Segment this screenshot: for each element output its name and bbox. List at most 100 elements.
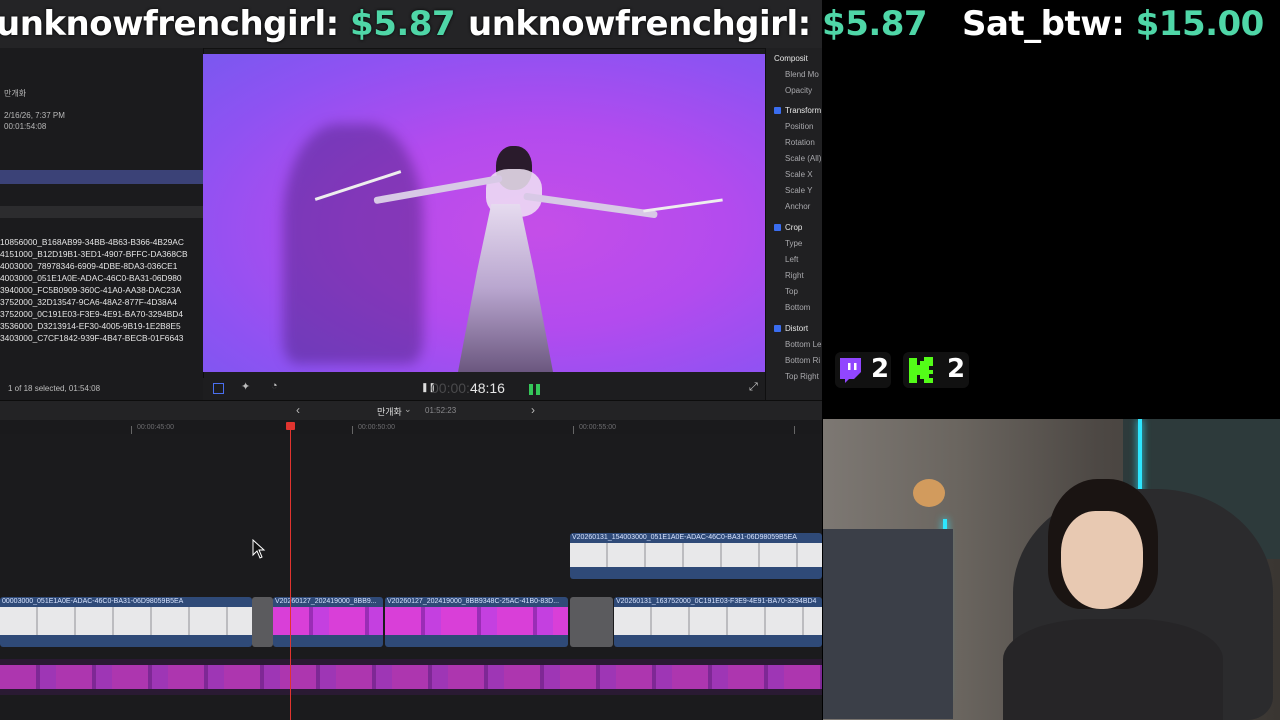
param-position[interactable]: Position xyxy=(785,122,813,131)
donation-amount: $15.00 xyxy=(1135,4,1265,44)
twitch-icon xyxy=(840,358,861,383)
list-item[interactable]: 3752000_32D13547-9CA6-48A2-877F-4D38A4 xyxy=(0,296,203,308)
fullscreen-icon[interactable]: ⤢ xyxy=(749,381,758,394)
timeline-ruler[interactable]: 00:00:45:00 00:00:50:00 00:00:55:00 xyxy=(0,420,822,435)
param-rotation[interactable]: Rotation xyxy=(785,138,815,147)
timecode: 00:00:48:16 xyxy=(431,380,505,396)
section-composite[interactable]: Composit xyxy=(774,54,808,63)
checkbox-icon[interactable] xyxy=(774,224,781,231)
donation-amount: $5.87 xyxy=(822,4,928,44)
section-title: Distort xyxy=(785,324,809,333)
ruler-tick xyxy=(573,426,574,434)
video-editor-window: 만개화 2/16/26, 7:37 PM 00:01:54:08 1085600… xyxy=(0,0,822,720)
fan-stick-right xyxy=(643,198,723,213)
lower-track[interactable] xyxy=(0,659,822,695)
webcam-feed xyxy=(823,419,1280,720)
playhead-handle[interactable] xyxy=(286,422,295,430)
lamp xyxy=(913,479,945,507)
dancer-shadow xyxy=(283,124,423,364)
chevron-down-icon[interactable]: ⌄ xyxy=(404,404,412,415)
timeline[interactable]: V20260131_154003000_051E1A0E-ADAC-46C0-B… xyxy=(0,434,822,720)
magic-wand-icon[interactable]: ✦ xyxy=(241,380,250,393)
forward-arrow-icon[interactable]: › xyxy=(531,403,535,417)
param-type[interactable]: Type xyxy=(785,239,802,248)
lower-track-thumbnails xyxy=(0,665,822,689)
timeline-nav: ‹ 만개화 ⌄ 01:52:23 › xyxy=(0,400,822,421)
clip-title: 00003000_051E1A0E-ADAC-46C0-BA31-06D9805… xyxy=(2,598,184,605)
audio-meter-right xyxy=(536,384,540,395)
param-blend-mode[interactable]: Blend Mo xyxy=(785,70,819,79)
section-crop[interactable]: Crop xyxy=(774,223,802,232)
list-item[interactable]: 4003000_051E1A0E-ADAC-46C0-BA31-06D980 xyxy=(0,272,203,284)
clip-title: V20260131_163752000_0C191E03-F3E9-4E91-B… xyxy=(616,598,817,605)
back-arrow-icon[interactable]: ‹ xyxy=(296,403,300,417)
clip-thumbnails xyxy=(0,607,252,635)
param-anchor[interactable]: Anchor xyxy=(785,202,810,211)
primary-clip[interactable]: V20260131_163752000_0C191E03-F3E9-4E91-B… xyxy=(614,597,822,647)
list-item[interactable]: 3940000_FC5B0909-360C-41A0-AA38-DAC23A xyxy=(0,284,203,296)
param-bottom-left[interactable]: Bottom Le xyxy=(785,340,821,349)
list-item[interactable]: 3403000_C7CF1842-939F-4B47-BECB-01F6643 xyxy=(0,332,203,344)
ruler-tick xyxy=(794,426,795,434)
inspector-panel: Composit Blend Mo Opacity Transform Posi… xyxy=(765,48,822,400)
checkbox-icon[interactable] xyxy=(774,325,781,332)
param-bottom[interactable]: Bottom xyxy=(785,303,810,312)
clip-title: V20260127_202419000_8BB9348C-25AC-41B0-8… xyxy=(387,598,560,605)
param-scale-all[interactable]: Scale (All) xyxy=(785,154,821,163)
donation-ticker: unknowfrenchgirl: $5.87 unknowfrenchgirl… xyxy=(0,0,1280,54)
event-name: 만개화 xyxy=(4,89,27,98)
primary-clip[interactable]: V20260127_202419000_8BB9348C-25AC-41B0-8… xyxy=(385,597,568,647)
section-transform[interactable]: Transform xyxy=(774,106,821,115)
donation-item: Sat_btw: $15.00 xyxy=(962,4,1264,44)
param-scale-y[interactable]: Scale Y xyxy=(785,186,812,195)
twitch-count: 2 xyxy=(871,354,890,384)
playhead[interactable] xyxy=(290,424,291,720)
media-browser: 만개화 2/16/26, 7:37 PM 00:01:54:08 xyxy=(0,48,204,400)
donor-name: unknowfrenchgirl xyxy=(468,4,798,44)
ruler-label: 00:00:50:00 xyxy=(358,424,395,431)
transform-tool-icon[interactable] xyxy=(213,383,224,394)
param-bottom-right[interactable]: Bottom Ri xyxy=(785,356,820,365)
param-top[interactable]: Top xyxy=(785,287,798,296)
param-opacity[interactable]: Opacity xyxy=(785,86,812,95)
selected-clip-strip[interactable] xyxy=(0,170,203,184)
param-scale-x[interactable]: Scale X xyxy=(785,170,813,179)
donation-item: unknowfrenchgirl: $5.87 xyxy=(468,4,928,44)
video-viewer[interactable] xyxy=(203,54,765,372)
checkbox-icon[interactable] xyxy=(774,107,781,114)
dancer-arm-right xyxy=(523,192,658,219)
list-item[interactable]: 10856000_B168AB99-34BB-4B63-B366-4B29AC xyxy=(0,236,203,248)
param-left[interactable]: Left xyxy=(785,255,798,264)
param-top-right[interactable]: Top Right xyxy=(785,372,819,381)
donation-item: unknowfrenchgirl: $5.87 xyxy=(0,4,456,44)
list-item[interactable]: 3536000_D3213914-EF30-4005-9B19-1E2B8E5 xyxy=(0,320,203,332)
timecode-value: 48:16 xyxy=(469,380,505,396)
section-distort[interactable]: Distort xyxy=(774,324,808,333)
person-sweater xyxy=(1003,619,1223,720)
speed-icon[interactable]: ◔ xyxy=(271,380,278,392)
dancer-dress xyxy=(458,204,553,372)
transition[interactable] xyxy=(252,597,273,647)
kick-count: 2 xyxy=(947,354,966,384)
param-right[interactable]: Right xyxy=(785,271,804,280)
primary-clip[interactable]: 00003000_051E1A0E-ADAC-46C0-BA31-06D9805… xyxy=(0,597,252,647)
kick-icon xyxy=(909,357,933,383)
person-face xyxy=(1061,511,1143,609)
list-item[interactable]: 3752000_0C191E03-F3E9-4E91-BA70-3294BD4 xyxy=(0,308,203,320)
event-date: 2/16/26, 7:37 PM xyxy=(4,111,65,120)
donor-name: Sat_btw xyxy=(962,4,1112,44)
clip-strip[interactable] xyxy=(0,206,203,218)
ruler-tick xyxy=(352,426,353,434)
clip-thumbnails xyxy=(385,607,568,635)
list-item[interactable]: 4151000_B12D19B1-3ED1-4907-BFFC-DA368CB xyxy=(0,248,203,260)
section-title: Transform xyxy=(785,106,822,115)
transition[interactable] xyxy=(570,597,613,647)
event-duration: 00:01:54:08 xyxy=(4,122,47,131)
list-item[interactable]: 4003000_78978346-6909-4DBE-8DA3-036CE1 xyxy=(0,260,203,272)
mouse-cursor-icon xyxy=(252,539,266,559)
connected-clip[interactable]: V20260131_154003000_051E1A0E-ADAC-46C0-B… xyxy=(570,533,822,579)
project-name[interactable]: 만개화 xyxy=(377,405,402,418)
audio-meter-left xyxy=(529,384,533,395)
donation-amount: $5.87 xyxy=(350,4,456,44)
viewer-controls: ✦ ◔ ❚❚ 00:00:48:16 ⤢ xyxy=(203,378,765,400)
